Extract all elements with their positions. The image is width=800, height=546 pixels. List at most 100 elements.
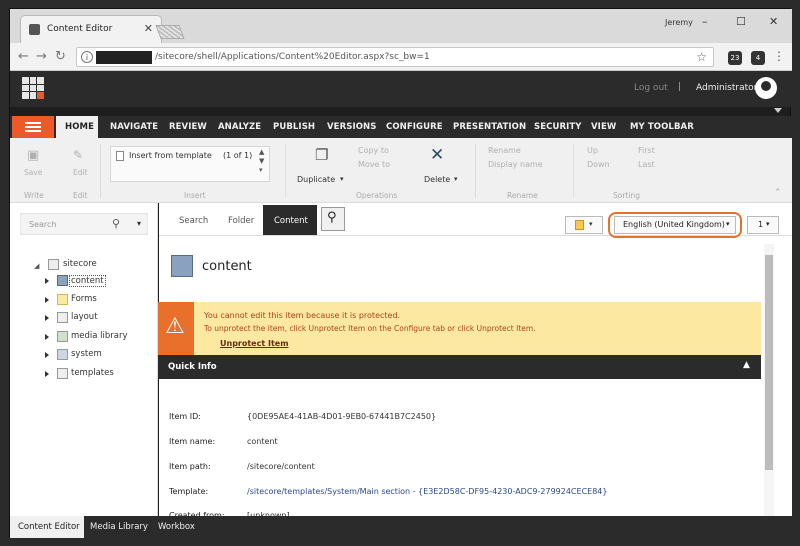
bottom-tab-workbox[interactable]: Workbox	[158, 522, 195, 532]
new-tab-button[interactable]	[155, 25, 185, 39]
tab-versions[interactable]: VERSIONS	[327, 122, 376, 132]
tab-folder[interactable]: Folder	[228, 216, 254, 226]
tree-item-layout[interactable]: layout	[71, 312, 98, 322]
search-placeholder: Search	[29, 220, 57, 229]
avatar[interactable]	[755, 77, 777, 99]
content-node-icon	[57, 275, 68, 286]
scrollbar-thumb[interactable]	[765, 255, 773, 470]
tab-view[interactable]: VIEW	[591, 122, 616, 132]
tab-analyze[interactable]: ANALYZE	[218, 122, 261, 132]
save-button[interactable]: Save	[24, 168, 42, 177]
tab-security[interactable]: SECURITY	[534, 122, 582, 132]
maximize-icon[interactable]: ☐	[736, 15, 746, 28]
url-field[interactable]: i /sitecore/shell/Applications/Content%2…	[76, 47, 714, 67]
profile-name[interactable]: Jeremy	[665, 18, 693, 27]
warning-icon-bar: ⚠	[158, 302, 194, 355]
insert-gallery[interactable]: Insert from template (1 of 1) ▲ ▼ ▾	[110, 146, 270, 182]
unprotect-item-link[interactable]: Unprotect Item	[220, 339, 289, 348]
tree-item-content[interactable]: content	[69, 275, 106, 287]
tab-review[interactable]: REVIEW	[169, 122, 207, 132]
edit-button[interactable]: Edit	[73, 168, 88, 177]
search-options-icon[interactable]: ▾	[137, 219, 141, 228]
insert-from-template[interactable]: Insert from template	[129, 151, 212, 160]
forward-icon[interactable]: →	[36, 49, 47, 64]
group-edit: Edit	[73, 191, 88, 200]
down-button[interactable]: Down	[587, 160, 610, 169]
field-value-item-id: {0DE95AE4-41AB-4D01-9EB0-67441B7C2450}	[247, 412, 437, 421]
item-picker-button[interactable]: ▾	[565, 216, 603, 234]
bottom-tab-media-library[interactable]: Media Library	[90, 522, 148, 532]
expand-templates-icon[interactable]	[45, 371, 49, 377]
duplicate-icon: ❐	[315, 146, 329, 164]
warning-icon: ⚠	[165, 314, 185, 339]
collapse-sitecore-icon[interactable]: ◢	[34, 262, 39, 270]
duplicate-button[interactable]: Duplicate	[297, 175, 335, 184]
save-icon: ▣	[27, 148, 40, 163]
search-tab-button[interactable]: ⚲	[321, 207, 345, 231]
collapse-section-icon[interactable]: ▲	[743, 360, 750, 370]
quick-info-header[interactable]: Quick Info ▲	[158, 355, 761, 379]
hamburger-menu-icon[interactable]	[12, 116, 54, 138]
tree-item-forms[interactable]: Forms	[71, 294, 97, 304]
tab-publish[interactable]: PUBLISH	[273, 122, 315, 132]
layout-node-icon	[57, 312, 68, 323]
picker-dropdown-icon: ▾	[589, 220, 593, 228]
back-icon[interactable]: ←	[18, 49, 29, 64]
rename-button[interactable]: Rename	[488, 146, 521, 155]
collapse-header-icon[interactable]	[774, 108, 782, 113]
tab-navigate[interactable]: NAVIGATE	[110, 122, 158, 132]
tree-item-system[interactable]: system	[71, 349, 102, 359]
group-write: Write	[24, 191, 44, 200]
tree-item-sitecore[interactable]: sitecore	[63, 259, 97, 269]
tab-home[interactable]: HOME	[65, 122, 94, 132]
language-selector[interactable]: English (United Kingdom) ▾	[614, 216, 736, 234]
version-selector[interactable]: 1 ▾	[747, 216, 779, 234]
extension-icon[interactable]: 23	[728, 51, 742, 65]
first-button[interactable]: First	[638, 146, 655, 155]
collapse-ribbon-icon[interactable]: ⌃	[774, 188, 782, 198]
expand-layout-icon[interactable]	[45, 315, 49, 321]
last-button[interactable]: Last	[638, 160, 655, 169]
minimize-icon[interactable]: –	[702, 15, 708, 28]
logout-link[interactable]: Log out	[634, 83, 668, 93]
extension-icon-2[interactable]: 4	[751, 51, 765, 65]
move-to-button[interactable]: Move to	[358, 160, 390, 169]
delete-button[interactable]: Delete	[424, 175, 450, 184]
copy-to-button[interactable]: Copy to	[358, 146, 389, 155]
language-dropdown-icon: ▾	[726, 220, 730, 228]
favicon-icon	[29, 24, 40, 35]
browser-menu-icon[interactable]: ⋮	[773, 49, 785, 63]
expand-forms-icon[interactable]	[45, 297, 49, 303]
reload-icon[interactable]: ↻	[55, 49, 66, 64]
tab-configure[interactable]: CONFIGURE	[386, 122, 443, 132]
bookmark-star-icon[interactable]: ☆	[696, 50, 707, 64]
close-window-icon[interactable]: ✕	[769, 15, 778, 28]
tree-item-media-library[interactable]: media library	[71, 331, 128, 341]
tree-item-templates[interactable]: templates	[71, 368, 114, 378]
close-tab-icon[interactable]: ✕	[144, 22, 153, 35]
field-value-template[interactable]: /sitecore/templates/System/Main section …	[247, 487, 607, 496]
tree-search-input[interactable]: Search ⚲ ▾	[20, 213, 148, 235]
browser-tab[interactable]: Content Editor ✕	[20, 15, 162, 43]
search-icon[interactable]: ⚲	[112, 217, 120, 230]
up-button[interactable]: Up	[587, 146, 598, 155]
browser-window: Content Editor ✕ Jeremy – ☐ ✕ ← → ↻ i /s…	[9, 8, 792, 538]
gallery-scroll-icon[interactable]: ▲ ▼ ▾	[259, 148, 264, 175]
display-name-button[interactable]: Display name	[488, 160, 543, 169]
info-icon[interactable]: i	[81, 51, 93, 63]
bottom-tab-strip: Content Editor Media Library Workbox	[10, 516, 792, 538]
duplicate-dropdown-icon[interactable]: ▾	[340, 175, 344, 183]
tab-content[interactable]: Content	[263, 205, 317, 235]
tab-search[interactable]: Search	[179, 216, 208, 226]
version-value: 1	[758, 220, 764, 229]
tab-my-toolbar[interactable]: MY TOOLBAR	[630, 122, 694, 132]
delete-dropdown-icon[interactable]: ▾	[454, 175, 458, 183]
expand-content-icon[interactable]	[45, 278, 49, 284]
field-value-item-path: /sitecore/content	[247, 462, 315, 471]
expand-media-library-icon[interactable]	[45, 334, 49, 340]
bottom-tab-content-editor[interactable]: Content Editor	[18, 522, 80, 532]
field-label-item-id: Item ID:	[169, 412, 201, 421]
sitecore-launchpad-icon[interactable]	[22, 77, 44, 99]
expand-system-icon[interactable]	[45, 352, 49, 358]
tab-presentation[interactable]: PRESENTATION	[453, 122, 526, 132]
